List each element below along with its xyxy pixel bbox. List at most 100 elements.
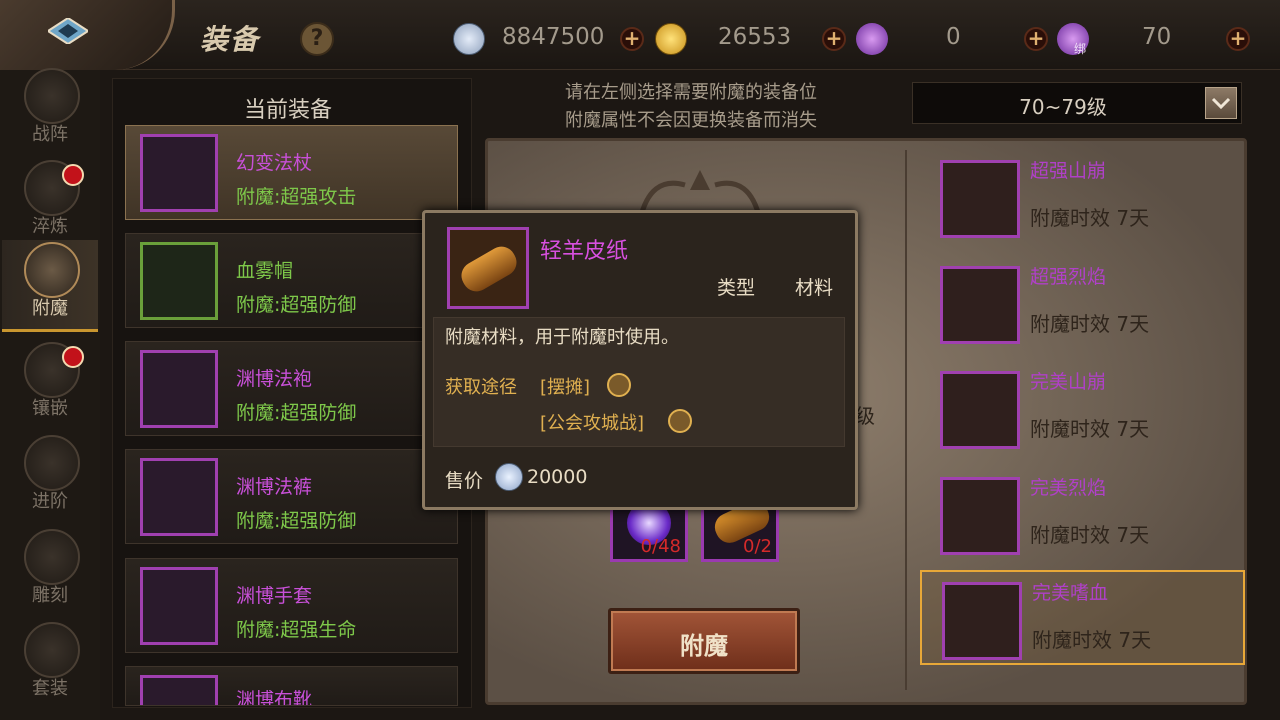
- silver-amount: 8847500: [502, 24, 605, 50]
- search-icon[interactable]: [668, 409, 692, 433]
- scroll-name: 超强山崩: [1030, 160, 1107, 182]
- equipment-item-gloves[interactable]: 渊博手套 附魔:超强生命: [125, 558, 458, 653]
- scroll-name: 完美烈焰: [1030, 477, 1107, 499]
- add-silver-button[interactable]: +: [620, 27, 644, 51]
- enchant-scroll-item[interactable]: 超强烈焰 附魔时效 7天: [920, 256, 1245, 351]
- enchant-scroll-item[interactable]: 完美山崩 附魔时效 7天: [920, 361, 1245, 456]
- material-count: 0/48: [640, 536, 681, 557]
- tooltip-source-label: 获取途径: [445, 377, 517, 398]
- nav-label: 战阵: [32, 124, 68, 145]
- equipment-item-staff[interactable]: 幻变法杖 附魔:超强攻击: [125, 125, 458, 220]
- enchant-scroll-item[interactable]: 完美烈焰 附魔时效 7天: [920, 467, 1245, 562]
- nav-item-enchant[interactable]: 附魔: [2, 240, 98, 332]
- equipment-name: 幻变法杖: [236, 152, 313, 174]
- engrave-icon: [24, 529, 80, 585]
- nav-label: 套装: [32, 678, 68, 699]
- equipment-enchant: 附魔:超强防御: [236, 510, 357, 532]
- nav-label: 雕刻: [32, 585, 68, 606]
- equipment-enchant: 附魔:超强防御: [236, 294, 357, 316]
- tooltip-item-name: 轻羊皮纸: [540, 239, 629, 264]
- nav-item-engrave[interactable]: 雕刻: [2, 527, 98, 619]
- equipment-name: 渊博法裤: [236, 476, 313, 498]
- nav-label: 附魔: [32, 298, 68, 319]
- enchant-icon: [24, 242, 80, 298]
- scroll-duration: 附魔时效 7天: [1030, 206, 1150, 230]
- bound-gem-amount: 70: [1142, 24, 1172, 50]
- material-count: 0/2: [743, 536, 772, 557]
- gold-amount: 26553: [718, 24, 792, 50]
- nav-item-refine[interactable]: 淬炼: [2, 158, 98, 250]
- set-icon: [24, 622, 80, 678]
- staff-icon: [140, 134, 218, 212]
- equipment-item-boots[interactable]: 渊博布靴: [125, 666, 458, 706]
- enchant-scroll-icon: [940, 477, 1020, 555]
- scroll-duration: 附魔时效 7天: [1030, 523, 1150, 547]
- enchant-button[interactable]: 附魔: [608, 608, 800, 674]
- tooltip-price-value: 20000: [527, 466, 588, 488]
- help-button[interactable]: ?: [300, 22, 334, 56]
- hat-icon: [140, 242, 218, 320]
- robe-icon: [140, 350, 218, 428]
- add-bound-gem-button[interactable]: +: [1226, 27, 1250, 51]
- back-button[interactable]: [0, 0, 175, 70]
- notification-dot: [62, 346, 84, 368]
- chevron-down-icon[interactable]: [1205, 87, 1237, 119]
- equipment-enchant: 附魔:超强防御: [236, 402, 357, 424]
- parchment-scroll-icon: [447, 227, 529, 309]
- hint-line-2: 附魔属性不会因更换装备而消失: [565, 110, 817, 131]
- silver-coin-icon: [453, 23, 485, 55]
- equipment-title: 当前装备: [244, 98, 333, 123]
- scroll-duration: 附魔时效 7天: [1032, 628, 1152, 652]
- scroll-name: 完美嗜血: [1032, 582, 1109, 604]
- silver-coin-icon: [495, 463, 523, 491]
- tooltip-description: 附魔材料，用于附魔时使用。: [445, 327, 679, 348]
- scroll-duration: 附魔时效 7天: [1030, 312, 1150, 336]
- level-select-value: 70~79级: [1019, 95, 1107, 119]
- enchant-scroll-icon: [940, 371, 1020, 449]
- nav-label: 镶嵌: [32, 398, 68, 419]
- equipment-item-pants[interactable]: 渊博法裤 附魔:超强防御: [125, 449, 458, 544]
- gem-amount: 0: [946, 24, 961, 50]
- tooltip-type-label: 类型: [717, 277, 756, 299]
- advance-icon: [24, 435, 80, 491]
- nav-item-set[interactable]: 套装: [2, 620, 98, 712]
- bound-badge: 绑: [1074, 42, 1087, 56]
- scroll-duration: 附魔时效 7天: [1030, 417, 1150, 441]
- enchant-scroll-item[interactable]: 超强山崩 附魔时效 7天: [920, 150, 1245, 245]
- scroll-name: 完美山崩: [1030, 371, 1107, 393]
- source-link-stall[interactable]: [摆摊]: [540, 373, 590, 399]
- nav-item-inlay[interactable]: 镶嵌: [2, 340, 98, 432]
- nav-label: 淬炼: [32, 216, 68, 237]
- equipment-enchant: 附魔:超强攻击: [236, 186, 357, 208]
- hint-line-1: 请在左侧选择需要附魔的装备位: [565, 82, 817, 103]
- enchant-button-label: 附魔: [680, 632, 728, 660]
- search-icon[interactable]: [607, 373, 631, 397]
- nav-label: 进阶: [32, 491, 68, 512]
- tooltip-price-label: 售价: [445, 470, 484, 492]
- nav-item-advance[interactable]: 进阶: [2, 433, 98, 525]
- enchant-scroll-item[interactable]: 完美嗜血 附魔时效 7天: [920, 570, 1245, 665]
- enchant-scroll-icon: [940, 266, 1020, 344]
- equipment-name: 渊博法袍: [236, 368, 313, 390]
- level-fragment-text: 级: [855, 404, 875, 428]
- source-link-guild-siege[interactable]: [公会攻城战]: [540, 409, 644, 435]
- equipment-enchant: 附魔:超强生命: [236, 619, 357, 641]
- enchant-scroll-icon: [940, 160, 1020, 238]
- enchant-scroll-icon: [942, 582, 1022, 660]
- equipment-name: 血雾帽: [236, 260, 294, 282]
- equipment-item-robe[interactable]: 渊博法袍 附魔:超强防御: [125, 341, 458, 436]
- gloves-icon: [140, 567, 218, 645]
- add-gem-button[interactable]: +: [1024, 27, 1048, 51]
- back-arrow-icon: [48, 18, 88, 44]
- equipment-item-hat[interactable]: 血雾帽 附魔:超强防御: [125, 233, 458, 328]
- divider: [905, 150, 907, 690]
- equipment-name: 渊博手套: [236, 585, 313, 607]
- item-tooltip: 轻羊皮纸 类型 材料 附魔材料，用于附魔时使用。 获取途径 [摆摊] [公会攻城…: [422, 210, 858, 510]
- nav-item-formation[interactable]: 战阵: [2, 66, 98, 158]
- level-select[interactable]: 70~79级: [912, 82, 1242, 124]
- purple-gem-icon: [856, 23, 888, 55]
- boots-icon: [140, 675, 218, 705]
- formation-icon: [24, 68, 80, 124]
- add-gold-button[interactable]: +: [822, 27, 846, 51]
- notification-dot: [62, 164, 84, 186]
